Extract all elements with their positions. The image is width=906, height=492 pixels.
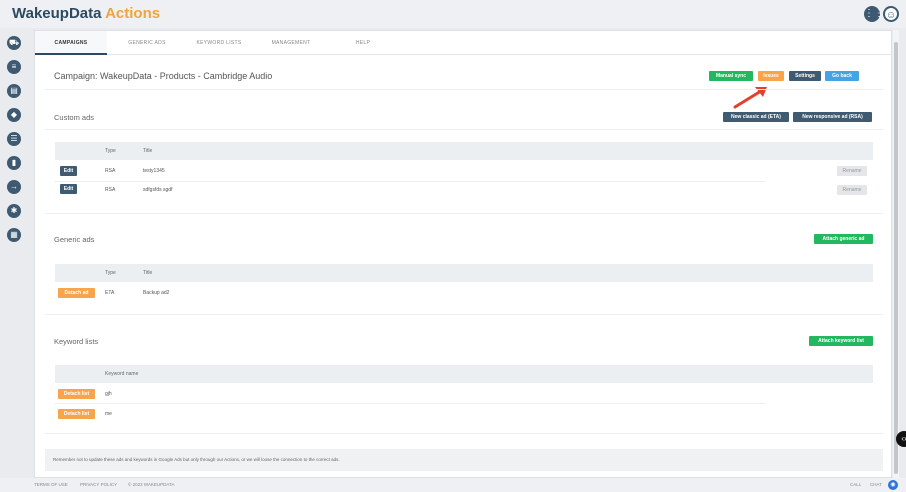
privacy-link[interactable]: PRIVACY POLICY — [80, 478, 117, 492]
campaign-title: Campaign: WakeupData - Products - Cambri… — [54, 71, 273, 81]
annotation-arrow-icon — [733, 87, 767, 109]
attach-generic-ad-button[interactable]: Attach generic ad — [814, 234, 873, 244]
keyword-lists-table-header: Keyword name — [55, 365, 873, 383]
column-header-title: Title — [143, 148, 153, 154]
manual-sync-button[interactable]: Manual sync — [709, 71, 753, 81]
rename-button[interactable]: Rename — [837, 185, 867, 195]
ad-type: RSA — [105, 187, 116, 193]
scrollbar[interactable] — [893, 30, 899, 478]
chat-bubble-icon[interactable]: ◉ — [888, 480, 898, 490]
terms-link[interactable]: TERMS OF USE — [34, 478, 68, 492]
ad-title: Backup ad2 — [143, 290, 170, 296]
logo-main: WakeupData — [12, 5, 102, 22]
divider — [45, 89, 883, 90]
footer: TERMS OF USE PRIVACY POLICY © 2022 WAKEU… — [0, 478, 906, 492]
generic-ads-title: Generic ads — [54, 235, 95, 244]
layers-icon[interactable]: ▤ — [7, 84, 21, 98]
copyright-text: © 2022 WAKEUPDATA — [128, 482, 175, 487]
keyword-list-name: gjh — [105, 391, 112, 397]
keyword-lists-title: Keyword lists — [54, 337, 99, 346]
detach-list-button[interactable]: Detach list — [58, 409, 95, 419]
tab-help[interactable]: HELP — [327, 31, 399, 55]
column-header-keyword-name: Keyword name — [105, 371, 139, 377]
export-icon[interactable]: → — [7, 180, 21, 194]
tab-generic-ads[interactable]: GENERIC ADS — [111, 31, 183, 55]
ad-type: ETA — [105, 290, 115, 296]
app-logo[interactable]: WakeupData Actions — [12, 5, 160, 22]
gear-icon[interactable]: ✱ — [7, 204, 21, 218]
cart-icon[interactable]: ⛟ — [7, 36, 21, 50]
chat-link[interactable]: CHAT — [870, 478, 882, 492]
keyword-list-name: me — [105, 411, 112, 417]
grid-icon[interactable]: ⋮⋮ — [864, 6, 884, 22]
detach-list-button[interactable]: Detach list — [58, 389, 95, 399]
divider — [45, 433, 883, 434]
new-classic-ad-button[interactable]: New classic ad (ETA) — [723, 112, 789, 122]
divider — [45, 129, 883, 130]
column-header-type: Type — [105, 270, 116, 276]
list-icon[interactable]: ☰ — [7, 132, 21, 146]
document-icon[interactable]: ▦ — [7, 228, 21, 242]
tab-bar: CAMPAIGNS GENERIC ADS KEYWORD LISTS MANA… — [35, 31, 891, 55]
ad-title: sdfgsfds sgdf — [143, 187, 173, 193]
row-divider — [55, 181, 765, 182]
attach-keyword-list-button[interactable]: Attach keyword list — [809, 336, 873, 346]
issues-button[interactable]: Issues — [758, 71, 784, 81]
chat-float-icon[interactable]: ‹› — [896, 431, 906, 447]
user-avatar-icon[interactable]: ☺ — [883, 6, 899, 22]
tab-campaigns[interactable]: CAMPAIGNS — [35, 31, 107, 55]
sidebar: ⛟ ≡ ▤ ◆ ☰ ▮ → ✱ ▦ — [0, 28, 28, 478]
divider — [45, 213, 883, 214]
rename-button[interactable]: Rename — [837, 166, 867, 176]
tag-icon[interactable]: ◆ — [7, 108, 21, 122]
main-panel: CAMPAIGNS GENERIC ADS KEYWORD LISTS MANA… — [34, 30, 892, 478]
tab-management[interactable]: MANAGEMENT — [255, 31, 327, 55]
top-bar: WakeupData Actions ⋮⋮ ☺ — [0, 0, 906, 28]
edit-button[interactable]: Edit — [60, 184, 77, 194]
call-link[interactable]: CALL — [850, 478, 861, 492]
new-responsive-ad-button[interactable]: New responsive ad (RSA) — [793, 112, 872, 122]
tab-keyword-lists[interactable]: KEYWORD LISTS — [183, 31, 255, 55]
custom-ads-table-header: Type Title — [55, 142, 873, 160]
bar-chart-icon[interactable]: ▮ — [7, 156, 21, 170]
ad-type: RSA — [105, 168, 116, 174]
column-header-title: Title — [143, 270, 153, 276]
column-header-type: Type — [105, 148, 116, 154]
divider — [45, 314, 883, 315]
ad-title: testy1345 — [143, 168, 165, 174]
generic-ads-table-header: Type Title — [55, 264, 873, 282]
sliders-icon[interactable]: ≡ — [7, 60, 21, 74]
logo-accent: Actions — [105, 5, 161, 22]
scrollbar-thumb[interactable] — [894, 42, 898, 474]
notice-text: Remember not to update these ads and key… — [45, 449, 883, 471]
custom-ads-title: Custom ads — [54, 113, 95, 122]
edit-button[interactable]: Edit — [60, 166, 77, 176]
detach-ad-button[interactable]: Detach ad — [58, 288, 95, 298]
go-back-button[interactable]: Go back — [825, 71, 859, 81]
row-divider — [55, 403, 765, 404]
settings-button[interactable]: Settings — [789, 71, 821, 81]
